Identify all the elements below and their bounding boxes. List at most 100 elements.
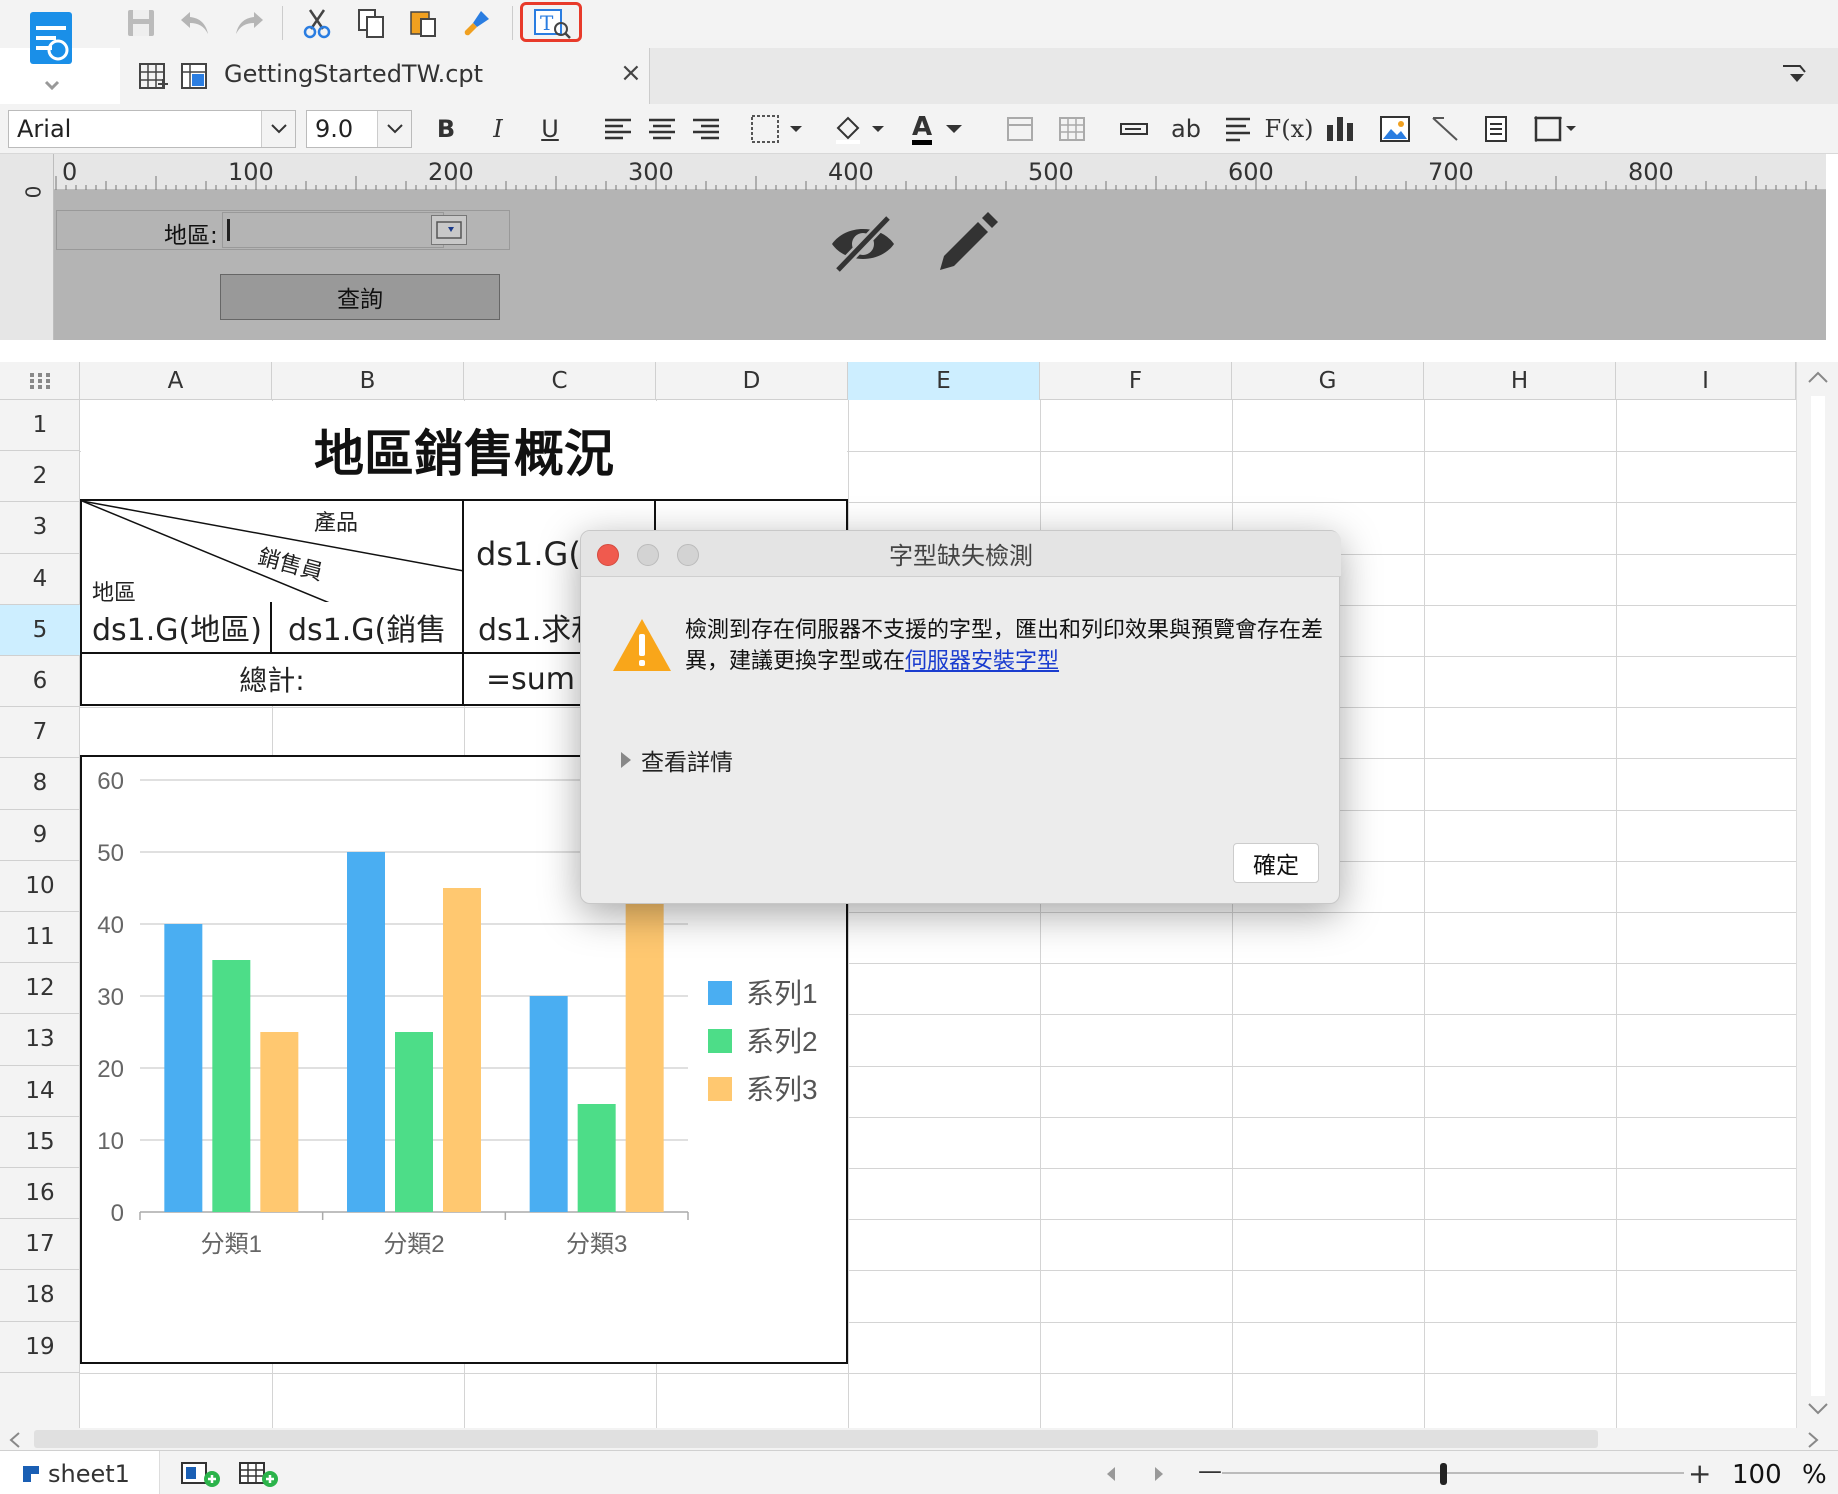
align-center-icon[interactable] — [642, 110, 682, 148]
fill-color-icon[interactable] — [830, 110, 894, 148]
zoom-in-button[interactable]: + — [1688, 1457, 1711, 1490]
insert-richtext-icon[interactable] — [1220, 110, 1256, 148]
edit-pencil-icon[interactable] — [932, 208, 1000, 278]
cell-a4[interactable]: ds1.G(地區) — [80, 602, 272, 654]
row-header-19[interactable]: 19 — [0, 1322, 80, 1373]
row-header-8[interactable]: 8 — [0, 758, 80, 810]
app-menu-icon[interactable] — [22, 8, 82, 91]
column-header-g[interactable]: G — [1232, 362, 1424, 400]
prev-sheet-icon[interactable] — [1104, 1465, 1118, 1483]
total-label-cell[interactable]: 總計: — [80, 652, 464, 706]
format-painter-icon[interactable] — [458, 4, 496, 42]
scroll-right-icon[interactable] — [1806, 1431, 1820, 1449]
row-header-2[interactable]: 2 — [0, 451, 80, 503]
column-header-h[interactable]: H — [1424, 362, 1616, 400]
row-header-1[interactable]: 1 — [0, 400, 80, 452]
unmerge-cells-icon[interactable] — [1054, 110, 1090, 148]
horizontal-scroll-thumb[interactable] — [34, 1430, 1598, 1448]
font-check-button[interactable]: T — [520, 2, 582, 42]
italic-button[interactable]: I — [480, 110, 516, 148]
horizontal-scrollbar[interactable] — [0, 1428, 1838, 1450]
column-header-c[interactable]: C — [464, 362, 656, 400]
main-toolbar — [0, 0, 1838, 48]
zoom-value[interactable]: 100 — [1732, 1460, 1782, 1490]
vertical-scroll-thumb[interactable] — [1811, 396, 1825, 1396]
text-color-icon[interactable]: A — [906, 110, 972, 148]
new-template-icon[interactable] — [138, 62, 168, 96]
font-family-select[interactable]: Arial — [8, 110, 296, 148]
align-right-icon[interactable] — [686, 110, 726, 148]
row-header-18[interactable]: 18 — [0, 1270, 80, 1322]
row-header-16[interactable]: 16 — [0, 1168, 80, 1220]
merge-cells-icon[interactable] — [1002, 110, 1038, 148]
undo-icon[interactable] — [176, 4, 214, 42]
scroll-left-icon[interactable] — [8, 1431, 22, 1449]
bold-button[interactable]: B — [428, 110, 464, 148]
scroll-down-icon[interactable] — [1807, 1402, 1829, 1416]
diagonal-header-cell[interactable]: 產品 銷售員 地區 — [80, 499, 464, 606]
underline-button[interactable]: U — [532, 110, 568, 148]
legend-label: 系列3 — [746, 1074, 818, 1105]
ok-button[interactable]: 確定 — [1233, 843, 1319, 883]
insert-float-element-icon[interactable] — [1530, 110, 1582, 148]
window-close-button[interactable] — [597, 544, 619, 566]
row-header-13[interactable]: 13 — [0, 1014, 80, 1066]
scroll-up-icon[interactable] — [1807, 370, 1829, 384]
tab-getting-started[interactable]: GettingStartedTW.cpt × — [120, 48, 650, 104]
install-font-link[interactable]: 伺服器安裝字型 — [905, 649, 1059, 674]
insert-subreport-icon[interactable] — [1478, 110, 1514, 148]
next-sheet-icon[interactable] — [1152, 1465, 1166, 1483]
insert-text-field-icon[interactable] — [1116, 110, 1152, 148]
row-header-14[interactable]: 14 — [0, 1066, 80, 1117]
row-header-15[interactable]: 15 — [0, 1117, 80, 1168]
window-maximize-button[interactable] — [677, 544, 699, 566]
hide-eye-icon[interactable] — [828, 210, 898, 280]
add-report-sheet-icon[interactable] — [238, 1459, 282, 1493]
row-header-17[interactable]: 17 — [0, 1219, 80, 1271]
insert-text-button[interactable]: ab — [1166, 110, 1206, 148]
column-header-d[interactable]: D — [656, 362, 848, 400]
insert-formula-button[interactable]: F(x) — [1265, 110, 1314, 148]
zoom-out-button[interactable]: — — [1198, 1457, 1222, 1485]
add-sheet-icon[interactable] — [180, 1459, 224, 1493]
cut-icon[interactable] — [298, 4, 336, 42]
select-all-icon[interactable] — [0, 362, 80, 400]
column-header-a[interactable]: A — [80, 362, 272, 400]
row-header-6[interactable]: 6 — [0, 656, 80, 708]
dropdown-icon[interactable] — [431, 215, 467, 245]
copy-icon[interactable] — [352, 4, 390, 42]
column-header-e[interactable]: E — [848, 362, 1040, 400]
tab-menu-icon[interactable] — [1780, 60, 1808, 92]
window-minimize-button[interactable] — [637, 544, 659, 566]
details-toggle[interactable]: 查看詳情 — [619, 743, 733, 777]
zoom-slider-track[interactable] — [1222, 1472, 1684, 1474]
query-button[interactable]: 查詢 — [220, 274, 500, 320]
paste-icon[interactable] — [404, 4, 442, 42]
align-left-icon[interactable] — [598, 110, 638, 148]
vertical-scrollbar[interactable] — [1796, 362, 1838, 1428]
sheet-tab-sheet1[interactable]: sheet1 — [0, 1451, 160, 1494]
font-size-select[interactable]: 9.0 — [306, 110, 412, 148]
insert-chart-icon[interactable] — [1322, 110, 1358, 148]
grid-column-line — [1616, 400, 1617, 1428]
border-icon[interactable] — [748, 110, 812, 148]
tab-close-icon[interactable]: × — [620, 58, 642, 88]
row-header-7[interactable]: 7 — [0, 707, 80, 759]
row-header-10[interactable]: 10 — [0, 861, 80, 912]
row-header-5[interactable]: 5 — [0, 604, 80, 656]
row-header-3[interactable]: 3 — [0, 502, 80, 554]
insert-slash-icon[interactable] — [1426, 110, 1464, 148]
cell-b4[interactable]: ds1.G(銷售 — [272, 602, 464, 654]
row-header-4[interactable]: 4 — [0, 554, 80, 605]
column-header-i[interactable]: I — [1616, 362, 1796, 400]
column-header-f[interactable]: F — [1040, 362, 1232, 400]
redo-icon[interactable] — [230, 4, 268, 42]
column-header-b[interactable]: B — [272, 362, 464, 400]
save-icon[interactable] — [122, 4, 160, 42]
insert-image-icon[interactable] — [1376, 110, 1414, 148]
region-combo[interactable] — [222, 212, 467, 248]
row-header-11[interactable]: 11 — [0, 912, 80, 964]
row-header-12[interactable]: 12 — [0, 963, 80, 1015]
row-header-9[interactable]: 9 — [0, 810, 80, 861]
zoom-slider-thumb[interactable] — [1440, 1463, 1447, 1485]
